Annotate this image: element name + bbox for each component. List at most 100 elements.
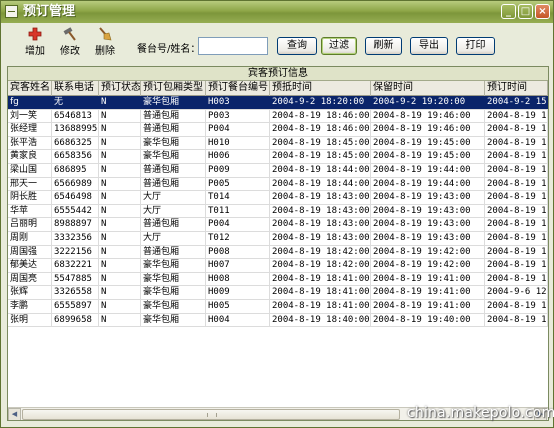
cell-phone: 686895 [52, 163, 99, 177]
cell-guest-name: 周国强 [8, 245, 52, 259]
edit-button[interactable]: 修改 [55, 27, 85, 57]
add-icon [28, 27, 42, 41]
cell-guest-name: 李鹏 [8, 299, 52, 313]
cell-booking-time: 2004-8-19 1 [487, 218, 548, 232]
table-row[interactable]: 邢天一 6566989 N 普通包厢 P005 2004-8-19 18:44:00 200… [8, 177, 548, 192]
cell-hold-time: 2004-8-19 19:43:00 [371, 191, 485, 205]
cell-booking-time: 2004-9-6 12 [487, 286, 548, 300]
table-row[interactable]: 梁山国 686895 N 普通包厢 P009 2004-8-19 18:44:00 2004… [8, 163, 548, 178]
cell-table-no: P005 [206, 177, 270, 191]
table-row[interactable]: 刘一笑 6546813 N 普通包厢 P003 2004-8-19 18:46:00 200… [8, 109, 548, 124]
minimize-button[interactable]: _ [501, 4, 516, 19]
table-row[interactable]: 周国亮 5547885 N 豪华包厢 H008 2004-8-19 18:41:00 200… [8, 272, 548, 287]
booking-grid[interactable]: 宾客预订信息 宾客姓名 联系电话 预订状态 预订包厢类型 预订餐台编号 预抵时间 保留时间预… [7, 66, 549, 421]
cell-hold-time: 2004-8-19 19:44:00 [371, 177, 485, 191]
scroll-left-icon[interactable]: ◀ [8, 408, 21, 420]
cell-hold-time: 2004-9-2 19:20:00 [371, 96, 485, 109]
cell-booking-time: 2004-9-2 15 [487, 96, 548, 109]
add-label: 增加 [25, 46, 45, 57]
cell-status: N [99, 259, 141, 273]
cell-status: N [99, 191, 141, 205]
refresh-button[interactable]: 刷新 [365, 37, 402, 55]
cell-table-no: H007 [206, 259, 270, 273]
cell-guest-name: 张辉 [8, 286, 52, 300]
cell-hold-time: 2004-8-19 19:41:00 [371, 286, 485, 300]
col-arrival-time-header[interactable]: 预抵时间 [270, 81, 371, 96]
cell-room-type: 豪华包厢 [141, 299, 206, 313]
cell-room-type: 大厅 [141, 191, 206, 205]
cell-status: N [99, 313, 141, 327]
add-button[interactable]: 增加 [20, 27, 50, 57]
table-row[interactable]: 李鹏 6555897 N 豪华包厢 H005 2004-8-19 18:41:00 2004… [8, 299, 548, 314]
table-row[interactable]: 周刚 3332356 N 大厅 T012 2004-8-19 18:43:00 2004-8… [8, 231, 548, 246]
export-button[interactable]: 导出 [410, 37, 448, 55]
cell-arrival-time: 2004-8-19 18:44:00 [272, 163, 371, 177]
cell-guest-name: 邢天一 [8, 177, 52, 191]
cell-table-no: T014 [206, 191, 270, 205]
cell-arrival-time: 2004-8-19 18:41:00 [272, 286, 371, 300]
cell-table-no: T011 [206, 204, 270, 218]
cell-table-no: T012 [206, 231, 270, 245]
scrollbar-thumb[interactable] [22, 409, 400, 420]
cell-hold-time: 2004-8-19 19:43:00 [371, 204, 485, 218]
title-bar[interactable]: 预订管理 _ □ × [1, 1, 553, 23]
grid-body[interactable]: fg 无 N 豪华包厢 H003 2004-9-2 18:20:00 2004-9-2 19… [8, 96, 548, 406]
query-button[interactable]: 查询 [277, 37, 317, 55]
col-phone-header[interactable]: 联系电话 [52, 81, 99, 96]
col-status-header[interactable]: 预订状态 [99, 81, 141, 96]
cell-arrival-time: 2004-8-19 18:42:00 [272, 245, 371, 259]
maximize-button[interactable]: □ [518, 4, 533, 19]
cell-phone: 6555897 [52, 299, 99, 313]
cell-room-type: 豪华包厢 [141, 259, 206, 273]
print-button[interactable]: 打印 [456, 37, 495, 55]
cell-phone: 13688995687 [54, 123, 99, 137]
col-room-type-header[interactable]: 预订包厢类型 [141, 81, 206, 96]
cell-hold-time: 2004-8-19 19:43:00 [371, 218, 485, 232]
table-row[interactable]: 阴长胜 6546498 N 大厅 T014 2004-8-19 18:43:00 2004-… [8, 191, 548, 205]
cell-hold-time: 2004-8-19 19:42:00 [371, 245, 485, 259]
cell-booking-time: 2004-8-19 1 [487, 299, 548, 313]
table-row[interactable]: 张平浩 6686325 N 豪华包厢 H010 2004-8-19 18:45:00 200… [8, 136, 548, 151]
table-row[interactable]: 周国强 3222156 N 普通包厢 P008 2004-8-19 18:42:00 200… [8, 245, 548, 260]
cell-hold-time: 2004-8-19 19:41:00 [371, 272, 485, 286]
filter-button[interactable]: 过滤 [321, 37, 357, 55]
cell-arrival-time: 2004-9-2 18:20:00 [270, 96, 371, 109]
cell-room-type: 普通包厢 [141, 123, 206, 137]
cell-table-no: P003 [206, 109, 270, 123]
col-table-no-header[interactable]: 预订餐台编号 [206, 81, 270, 96]
cell-phone: 5547885 [52, 272, 99, 286]
cell-status: N [99, 177, 141, 191]
cell-table-no: H006 [206, 150, 270, 164]
cell-room-type: 豪华包厢 [141, 96, 206, 109]
cell-guest-name: 张经理 [8, 123, 52, 137]
table-row[interactable]: 黄家良 6658356 N 豪华包厢 H006 2004-8-19 18:45:00 200… [8, 150, 548, 164]
cell-phone: 3326558 [52, 286, 99, 300]
hammer-icon [63, 27, 76, 41]
table-row[interactable]: 张经理13688995687N普通包厢P0042004-8-19 18:46:0… [8, 123, 548, 137]
cell-arrival-time: 2004-8-19 18:45:00 [272, 136, 371, 150]
cell-status: N [99, 218, 141, 232]
delete-button[interactable]: 删除 [90, 27, 120, 57]
table-row[interactable]: 张辉 3326558 N 豪华包厢 H009 2004-8-19 18:41:00 2004… [8, 286, 548, 300]
table-row[interactable]: 郁美达 6832221 N 豪华包厢 H007 2004-8-19 18:42:00 200… [8, 259, 548, 273]
cell-hold-time: 2004-8-19 19:42:00 [371, 259, 485, 273]
cell-guest-name: 梁山国 [8, 163, 52, 177]
cell-hold-time: 2004-8-19 19:41:00 [371, 299, 485, 313]
broom-icon [99, 27, 112, 41]
search-input[interactable] [198, 37, 268, 55]
cell-phone: 3222156 [52, 245, 99, 259]
table-row[interactable]: fg 无 N 豪华包厢 H003 2004-9-2 18:20:00 2004-9-2 19… [8, 96, 548, 110]
close-button[interactable]: × [535, 4, 550, 19]
col-hold-time-header[interactable]: 保留时间 [371, 81, 485, 96]
table-row[interactable]: 吕丽明 8988897 N 普通包厢 P004 2004-8-19 18:43:00 200… [8, 218, 548, 232]
cell-guest-name: 华苹 [8, 204, 52, 218]
cell-status: N [99, 109, 141, 123]
table-row[interactable]: 张明 6899658 N 豪华包厢 H004 2004-8-19 18:40:00 2004… [8, 313, 548, 328]
cell-phone: 6546813 [52, 109, 99, 123]
cell-status: N [99, 204, 141, 218]
col-booking-time-header[interactable]: 预订时间 [485, 81, 548, 96]
table-row[interactable]: 华苹 6555442 N 大厅 T011 2004-8-19 18:43:00 2004-8… [8, 204, 548, 219]
cell-phone: 6546498 [52, 191, 99, 205]
col-guest-name-header[interactable]: 宾客姓名 [8, 81, 52, 96]
booking-window: 预订管理 _ □ × 增加 修改 删除 餐台号/姓名： 查询 过滤 刷新 导出 … [0, 0, 554, 428]
